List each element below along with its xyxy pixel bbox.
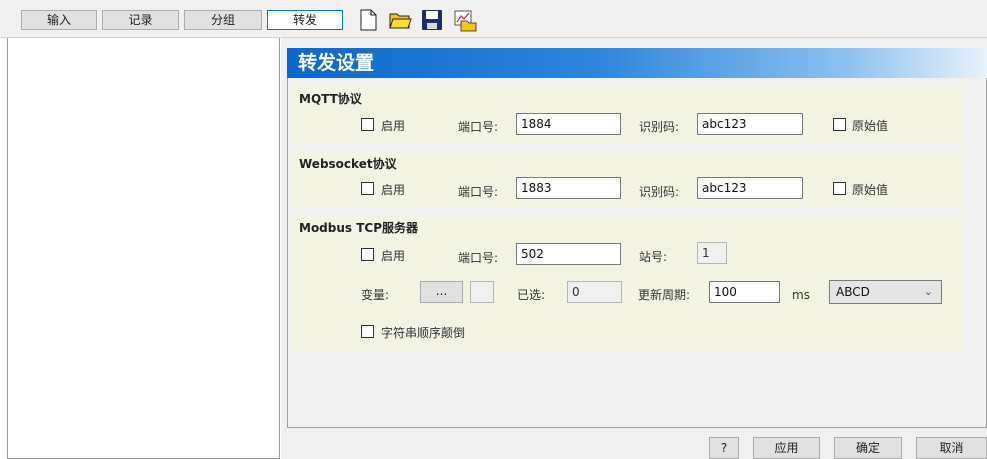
modbus-station-input[interactable]: 1	[697, 242, 727, 264]
websocket-port-input[interactable]: 1883	[516, 177, 621, 199]
export-chart-icon[interactable]	[452, 7, 478, 33]
mqtt-section: MQTT协议	[291, 86, 964, 144]
variable-select-button[interactable]: ...	[420, 281, 463, 303]
modbus-variable-label: 变量:	[361, 288, 390, 302]
byte-order-select[interactable]: ABCD ⌄	[829, 280, 942, 304]
tab-input[interactable]: 输入	[21, 10, 97, 30]
websocket-enable-label: 启用	[381, 183, 406, 197]
new-file-icon[interactable]	[355, 7, 381, 33]
chevron-down-icon: ⌄	[923, 285, 933, 298]
modbus-port-input[interactable]: 502	[516, 243, 621, 265]
panel-title: 转发设置	[287, 48, 987, 78]
variable-color-box	[470, 281, 494, 303]
modbus-enable-checkbox[interactable]	[361, 248, 374, 261]
modbus-station-label: 站号:	[639, 250, 668, 264]
cancel-button[interactable]: 取消	[916, 437, 987, 459]
websocket-title: Websocket协议	[299, 157, 397, 171]
websocket-code-label: 识别码:	[639, 185, 680, 199]
modbus-selected-count: 0	[567, 281, 622, 303]
mqtt-port-input[interactable]: 1884	[516, 113, 621, 135]
mqtt-raw-checkbox[interactable]	[833, 118, 846, 131]
mqtt-code-input[interactable]: abc123	[697, 113, 803, 135]
tab-group[interactable]: 分组	[184, 10, 262, 30]
open-folder-icon[interactable]	[387, 7, 413, 33]
websocket-port-label: 端口号:	[458, 185, 499, 199]
mqtt-code-label: 识别码:	[639, 120, 680, 134]
modbus-selected-label: 已选:	[517, 288, 546, 302]
mqtt-raw-label: 原始值	[852, 119, 889, 133]
modbus-period-label: 更新周期:	[638, 288, 691, 302]
websocket-enable-checkbox[interactable]	[361, 182, 374, 195]
byte-order-value: ABCD	[836, 285, 870, 299]
modbus-enable-label: 启用	[381, 249, 406, 263]
mqtt-port-label: 端口号:	[458, 120, 499, 134]
save-icon[interactable]	[419, 7, 445, 33]
mqtt-enable-checkbox[interactable]	[361, 118, 374, 131]
modbus-title: Modbus TCP服务器	[299, 221, 419, 235]
left-tree-panel[interactable]	[7, 38, 280, 459]
websocket-raw-label: 原始值	[852, 183, 889, 197]
string-reverse-label: 字符串顺序颠倒	[381, 326, 466, 340]
string-reverse-checkbox[interactable]	[361, 325, 374, 338]
modbus-period-input[interactable]: 100	[709, 281, 780, 303]
mqtt-enable-label: 启用	[381, 119, 406, 133]
help-button[interactable]: ?	[709, 437, 739, 459]
tab-record[interactable]: 记录	[102, 10, 179, 30]
websocket-code-input[interactable]: abc123	[697, 177, 803, 199]
websocket-section: Websocket协议	[291, 151, 964, 208]
toolbar: 输入 记录 分组 转发	[0, 0, 987, 38]
ok-button[interactable]: 确定	[834, 437, 902, 459]
tab-forward[interactable]: 转发	[267, 10, 343, 30]
modbus-port-label: 端口号:	[458, 251, 499, 265]
websocket-raw-checkbox[interactable]	[833, 182, 846, 195]
mqtt-title: MQTT协议	[299, 92, 362, 106]
apply-button[interactable]: 应用	[753, 437, 820, 459]
modbus-period-unit: ms	[792, 288, 810, 302]
